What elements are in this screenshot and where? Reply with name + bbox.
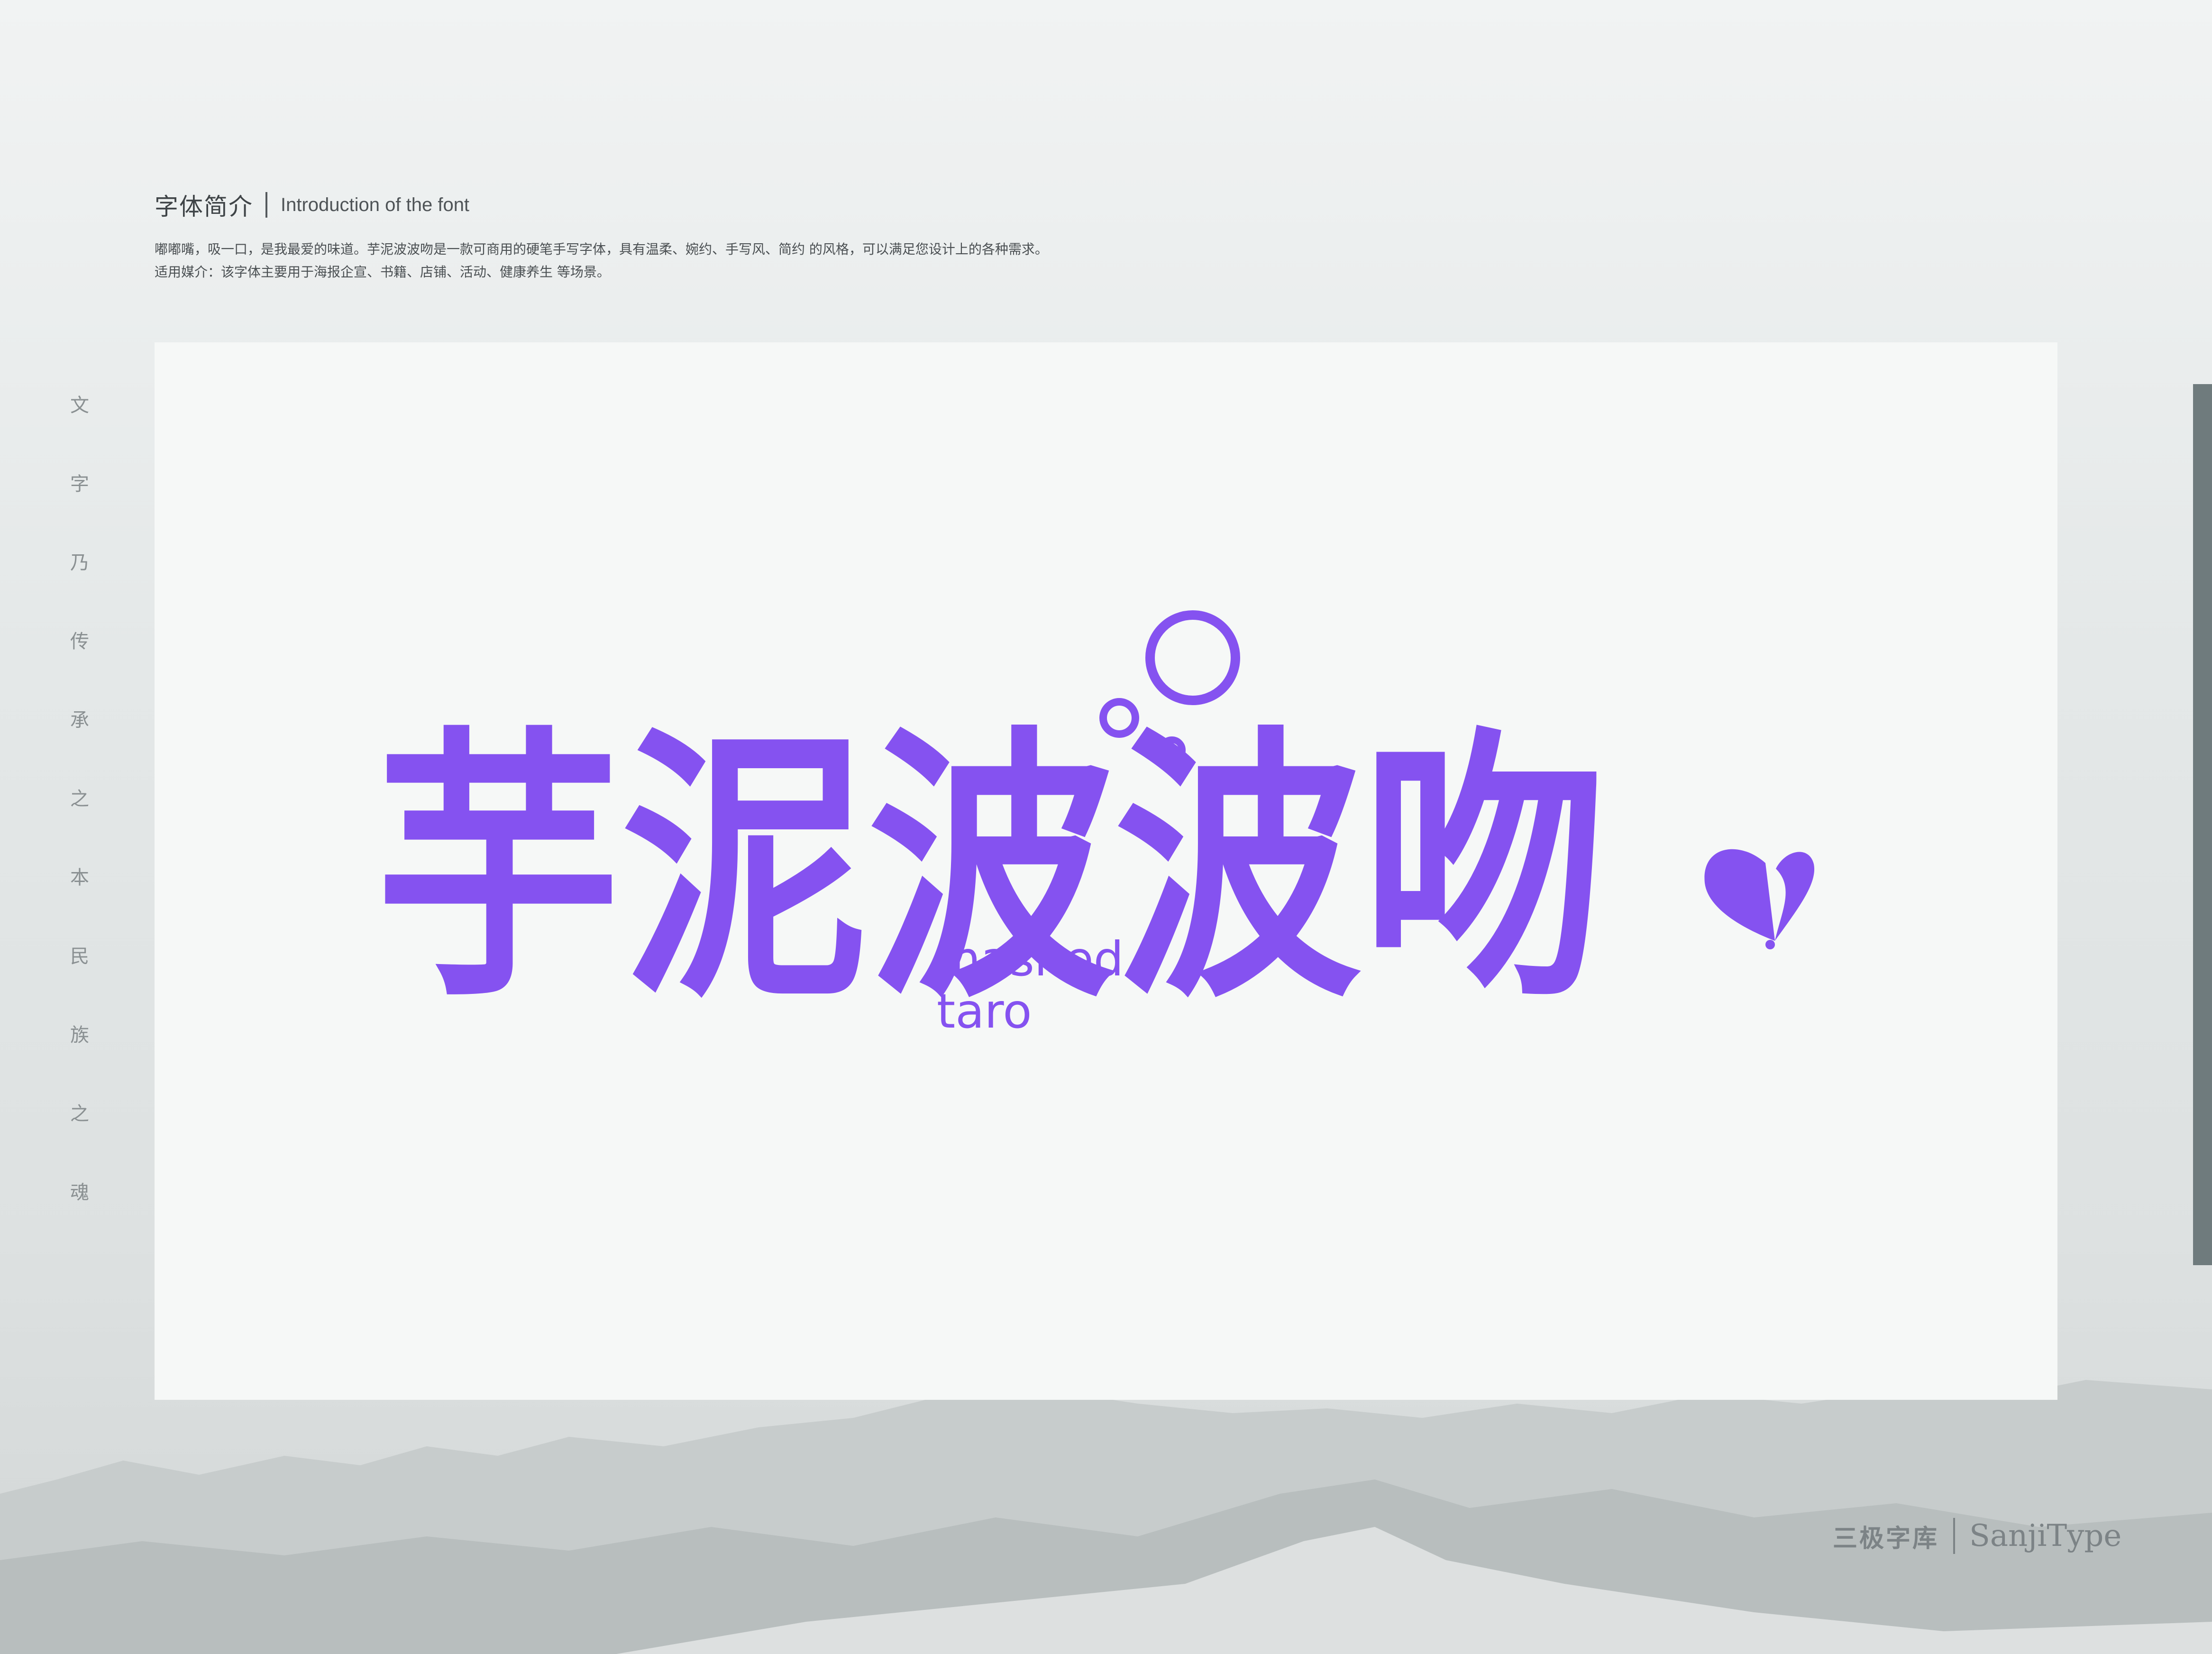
section-title: 字体简介 Introduction of the font (155, 186, 1048, 224)
description: 嘟嘟嘴，吸一口，是我最爱的味道。芋泥波波吻是一款可商用的硬笔手写字体，具有温柔、… (155, 238, 1048, 284)
slogan-char: 传 (70, 631, 89, 652)
brand-footer: 三极字库 SanjiType (1833, 1516, 2121, 1556)
slogan-char: 字 (70, 473, 89, 495)
artwork-subtitle-taro: taro (937, 983, 1032, 1039)
slogan-char: 族 (70, 1024, 89, 1046)
artwork-canvas: 芋泥波波吻 mashed taro (375, 610, 1815, 1039)
brand-divider (1953, 1518, 1956, 1554)
brand-name-cn: 三极字库 (1833, 1524, 1939, 1553)
description-line-1: 嘟嘟嘴，吸一口，是我最爱的味道。芋泥波波吻是一款可商用的硬笔手写字体，具有温柔、… (155, 241, 1048, 257)
slogan-char: 之 (70, 788, 89, 810)
slogan-char: 魂 (70, 1182, 89, 1204)
heart-icon (1704, 849, 1815, 941)
slogan-char: 乃 (70, 552, 89, 574)
slogan-char: 本 (70, 867, 89, 889)
bubble-large-icon (1145, 610, 1240, 705)
slogan-char: 民 (70, 946, 89, 967)
dot-icon (1765, 940, 1775, 949)
slogan-char: 承 (70, 709, 89, 731)
description-line-2: 适用媒介：该字体主要用于海报企宣、书籍、店铺、活动、健康养生 等场景。 (155, 264, 610, 280)
side-scroll-bar (2193, 384, 2212, 1265)
section-title-en: Introduction of the font (281, 194, 470, 215)
brand-name-en: SanjiType (1969, 1518, 2122, 1553)
slogan-char: 文 (70, 395, 89, 416)
font-introduction: 字体简介 Introduction of the font 嘟嘟嘴，吸一口，是我… (155, 186, 1048, 284)
vertical-slogan: 文 字 乃 传 承 之 本 民 族 之 魂 (65, 390, 94, 1256)
section-title-cn: 字体简介 (155, 193, 253, 221)
artwork-subtitle-mashed: mashed (934, 931, 1124, 987)
slogan-char: 之 (70, 1103, 89, 1125)
title-divider (265, 192, 267, 218)
artwork-card: 芋泥波波吻 mashed taro (155, 342, 2057, 1400)
